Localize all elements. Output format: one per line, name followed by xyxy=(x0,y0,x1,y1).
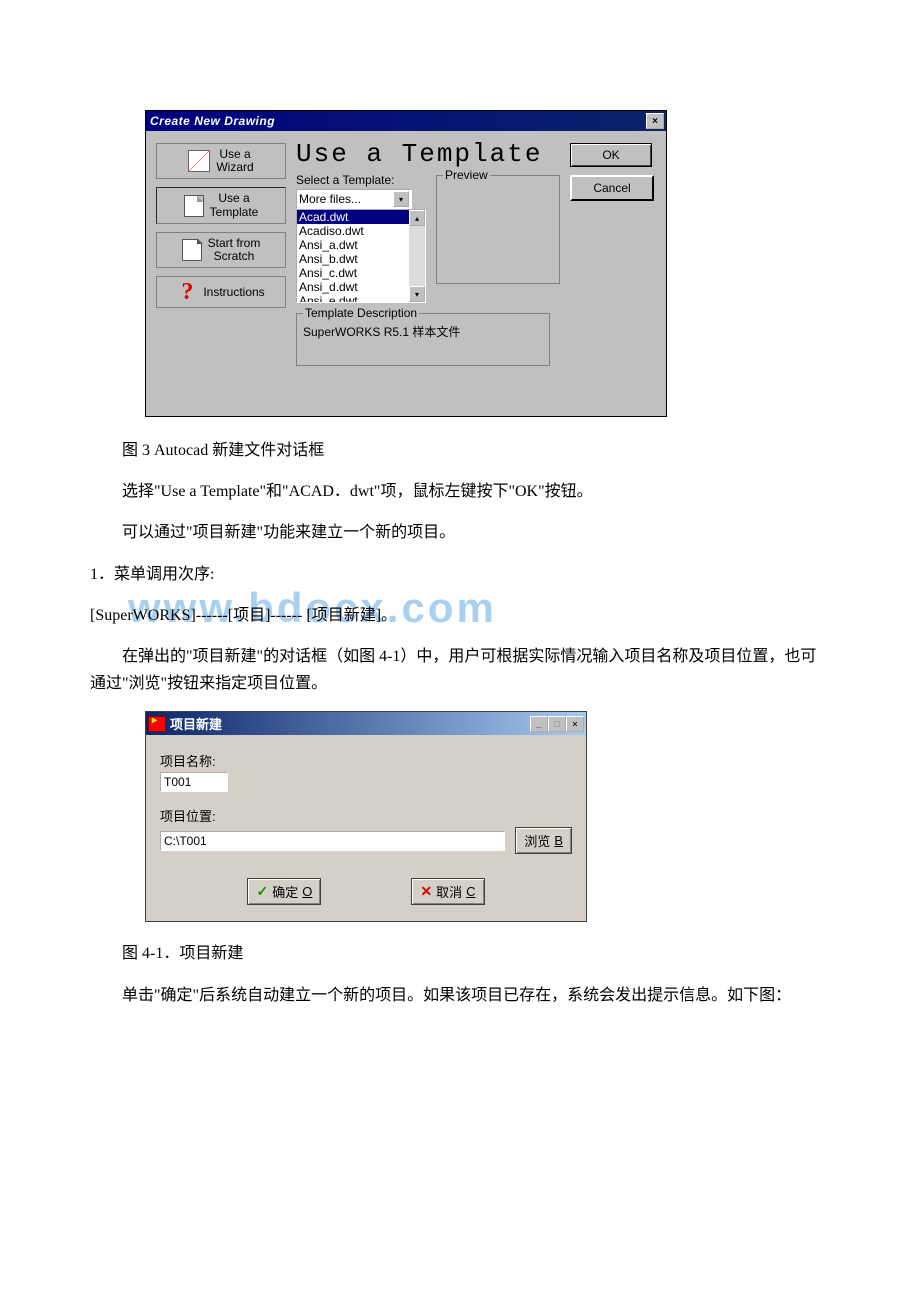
dialog-title-bar: Create New Drawing × xyxy=(146,111,666,131)
project-location-label: 项目位置: xyxy=(160,806,572,825)
scroll-down-icon[interactable]: ▾ xyxy=(409,286,425,302)
ok-button[interactable]: ✓ 确定 O xyxy=(247,878,321,905)
chevron-down-icon[interactable]: ▾ xyxy=(393,191,409,207)
sidebar-label: Use a xyxy=(219,147,250,161)
wizard-icon xyxy=(188,150,210,172)
desc-legend: Template Description xyxy=(303,306,419,320)
ok-label: 确定 xyxy=(272,882,298,901)
project-name-input[interactable]: T001 xyxy=(160,772,228,792)
sidebar-instructions[interactable]: ? Instructions xyxy=(156,276,286,308)
select-template-label: Select a Template: xyxy=(296,173,428,187)
figure-caption: 图 4-1．项目新建 xyxy=(90,940,830,967)
dialog-title-bar: 项目新建 _ □ × xyxy=(146,712,586,735)
x-icon: ✕ xyxy=(420,883,432,900)
sidebar-use-template[interactable]: Use a Template xyxy=(156,187,286,223)
minimize-icon[interactable]: _ xyxy=(530,716,548,732)
close-icon[interactable]: × xyxy=(566,716,584,732)
more-files-dropdown[interactable]: More files... ▾ xyxy=(296,189,412,209)
dialog-title: Create New Drawing xyxy=(150,114,275,128)
more-files-text: More files... xyxy=(299,192,361,206)
sidebar-label: Wizard xyxy=(216,160,253,174)
close-icon[interactable]: × xyxy=(646,113,664,129)
browse-hotkey: B xyxy=(554,833,563,848)
preview-legend: Preview xyxy=(443,168,490,182)
list-item[interactable]: Ansi_b.dwt xyxy=(297,252,425,266)
dialog-title: 项目新建 xyxy=(170,714,222,733)
sidebar-label: Start from xyxy=(208,236,261,250)
project-name-label: 项目名称: xyxy=(160,751,572,770)
desc-text: SuperWORKS R5.1 样本文件 xyxy=(303,323,543,340)
sidebar-label: Use a xyxy=(218,191,249,205)
pane-heading: Use a Template xyxy=(296,139,560,169)
cancel-label: 取消 xyxy=(436,882,462,901)
list-item[interactable]: Ansi_e.dwt xyxy=(297,294,425,303)
menu-path: [SuperWORKS]------[项目]------ [项目新建]。 xyxy=(90,602,830,629)
list-item[interactable]: Ansi_a.dwt xyxy=(297,238,425,252)
sidebar-label: Template xyxy=(210,205,259,219)
check-icon: ✓ xyxy=(256,883,268,900)
sidebar-start-scratch[interactable]: Start from Scratch xyxy=(156,232,286,268)
body-text: 单击"确定"后系统自动建立一个新的项目。如果该项目已存在，系统会发出提示信息。如… xyxy=(90,982,830,1009)
sidebar-label: Scratch xyxy=(214,249,255,263)
ok-hotkey: O xyxy=(302,884,312,899)
cancel-button[interactable]: ✕ 取消 C xyxy=(411,878,484,905)
browse-button[interactable]: 浏览 B xyxy=(515,827,572,854)
scroll-up-icon[interactable]: ▴ xyxy=(409,210,425,226)
body-text: 在弹出的"项目新建"的对话框（如图 4-1）中，用户可根据实际情况输入项目名称及… xyxy=(90,643,830,697)
scratch-icon xyxy=(182,239,202,261)
figure-caption: 图 3 Autocad 新建文件对话框 xyxy=(90,437,830,464)
ok-button[interactable]: OK xyxy=(570,143,652,167)
list-item[interactable]: Ansi_d.dwt xyxy=(297,280,425,294)
app-icon xyxy=(148,716,166,732)
sidebar-use-wizard[interactable]: Use a Wizard xyxy=(156,143,286,179)
preview-group: Preview xyxy=(436,175,560,284)
template-listbox[interactable]: Acad.dwt Acadiso.dwt Ansi_a.dwt Ansi_b.d… xyxy=(296,209,426,303)
list-item[interactable]: Acad.dwt xyxy=(297,210,425,224)
sidebar-label: Instructions xyxy=(203,286,264,299)
create-new-drawing-dialog: Create New Drawing × Use a Wizard xyxy=(145,110,667,417)
cancel-hotkey: C xyxy=(466,884,475,899)
listbox-scrollbar[interactable]: ▴ ▾ xyxy=(409,210,425,302)
cancel-button[interactable]: Cancel xyxy=(570,175,654,201)
wizard-sidebar: Use a Wizard Use a Template xyxy=(156,143,286,366)
project-location-input[interactable]: C:\T001 xyxy=(160,831,505,851)
template-description-group: Template Description SuperWORKS R5.1 样本文… xyxy=(296,313,550,366)
body-text: 选择"Use a Template"和"ACAD．dwt"项，鼠标左键按下"OK… xyxy=(90,478,830,505)
list-item[interactable]: Acadiso.dwt xyxy=(297,224,425,238)
maximize-icon: □ xyxy=(548,716,566,732)
question-icon: ? xyxy=(177,281,197,303)
list-item[interactable]: Ansi_c.dwt xyxy=(297,266,425,280)
template-icon xyxy=(184,195,204,217)
browse-label: 浏览 xyxy=(524,831,550,850)
project-new-dialog: 项目新建 _ □ × 项目名称: T001 项目位置: C:\T001 浏览 B xyxy=(145,711,587,922)
body-text: 可以通过"项目新建"功能来建立一个新的项目。 xyxy=(90,519,830,546)
